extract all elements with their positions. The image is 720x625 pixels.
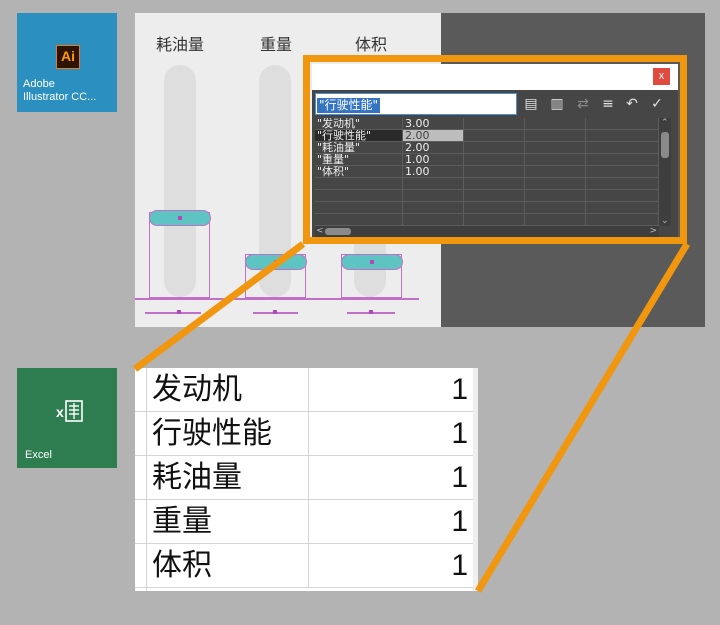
zoom-highlight-box (303, 55, 687, 244)
connector-line-right (475, 242, 690, 593)
connector-line-left (132, 241, 306, 372)
